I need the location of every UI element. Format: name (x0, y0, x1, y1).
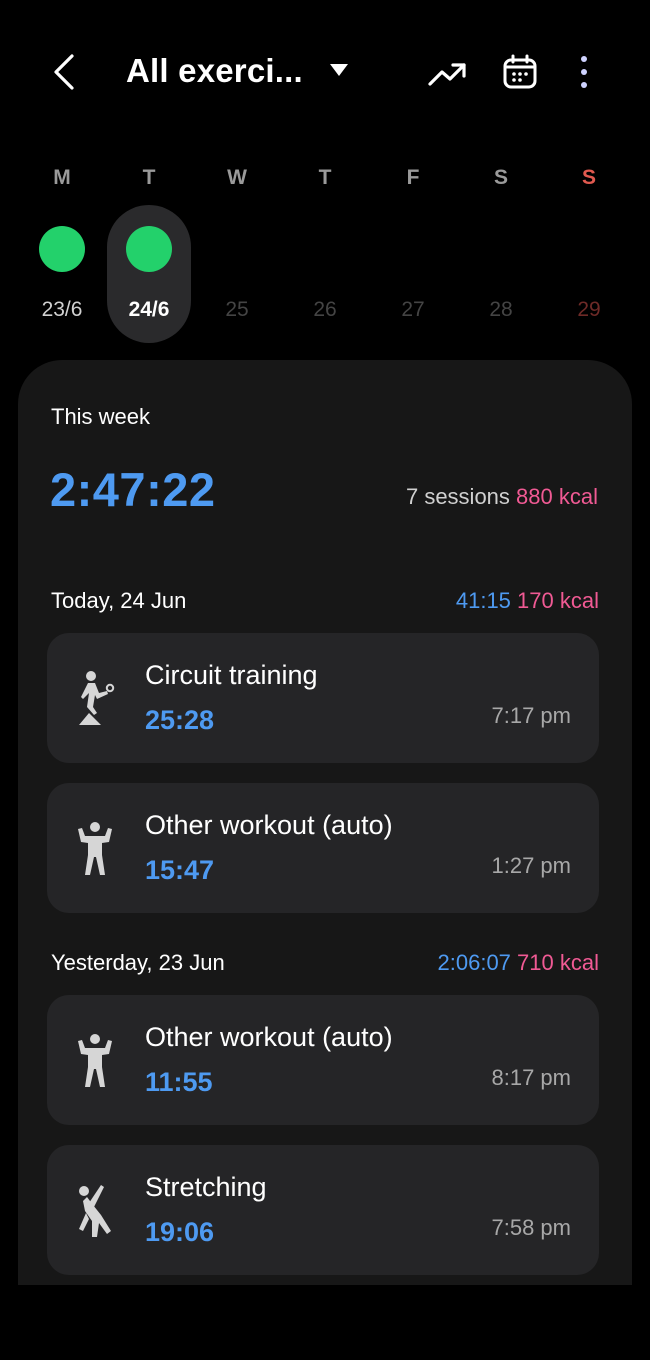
group-date-label: Yesterday, 23 Jun (51, 950, 225, 975)
week-strip: M 23/6 T 24/6 W 25 T 26 F 27 S 28 S 29 (0, 160, 650, 350)
day-date: 29 (577, 298, 601, 321)
day-date: 26 (313, 298, 337, 321)
workout-time: 8:17 pm (491, 1065, 572, 1090)
week-stats: 7 sessions 880 kcal (406, 484, 598, 510)
day-letter: T (318, 166, 332, 189)
workout-duration: 19:06 (145, 1217, 215, 1247)
trend-icon[interactable] (426, 52, 468, 94)
day-letter: M (53, 166, 71, 189)
workout-dot (126, 226, 172, 272)
workout-duration: 25:28 (145, 705, 215, 735)
workout-card[interactable]: Other workout (auto) 15:47 1:27 pm (47, 783, 599, 913)
back-icon (54, 54, 74, 90)
top-bar: All exerci... (0, 0, 650, 145)
workout-card[interactable]: Other workout (auto) 11:55 8:17 pm (47, 995, 599, 1125)
group-kcal: 710 kcal (517, 950, 599, 975)
week-total-duration: 2:47:22 (50, 463, 216, 516)
circuit-training-icon (79, 671, 115, 725)
workout-time: 1:27 pm (491, 853, 572, 878)
workout-duration: 15:47 (145, 855, 215, 885)
day-letter: S (581, 166, 596, 189)
session-count: 7 sessions (405, 484, 510, 509)
day-letter: S (493, 166, 508, 189)
workout-person-icon (78, 1034, 112, 1087)
group-duration: 41:15 (455, 588, 511, 613)
workout-dot (39, 226, 85, 272)
workout-time: 7:58 pm (491, 1215, 572, 1240)
group-duration: 2:06:07 (437, 950, 511, 975)
group-kcal: 170 kcal (517, 588, 599, 613)
day-date: 27 (401, 298, 425, 321)
group-header-today: Today, 24 Jun 41:15 170 kcal (51, 588, 599, 618)
group-stats: 2:06:07 710 kcal (438, 950, 599, 976)
week-kcal: 880 kcal (516, 484, 598, 509)
more-icon[interactable] (570, 52, 598, 92)
workout-name: Circuit training (145, 660, 318, 690)
workout-name: Other workout (auto) (145, 1022, 393, 1052)
day-date: 25 (225, 298, 249, 321)
day-date: 24/6 (128, 298, 170, 321)
workout-name: Stretching (145, 1172, 267, 1202)
week-summary-label: This week (51, 404, 151, 429)
day-letter: W (227, 166, 247, 189)
workout-duration: 11:55 (145, 1067, 213, 1097)
day-date: 23/6 (41, 298, 83, 321)
workout-card[interactable]: Stretching 19:06 7:58 pm (47, 1145, 599, 1275)
group-stats: 41:15 170 kcal (456, 588, 599, 614)
page-title[interactable]: All exerci... (126, 52, 303, 90)
day-letter: F (406, 166, 420, 189)
back-button[interactable] (44, 50, 84, 94)
workout-time: 7:17 pm (491, 703, 572, 728)
group-header-yesterday: Yesterday, 23 Jun 2:06:07 710 kcal (51, 950, 599, 980)
chevron-down-icon[interactable] (330, 64, 348, 76)
day-date: 28 (489, 298, 513, 321)
day-letter: T (142, 166, 156, 189)
stretching-icon (79, 1185, 111, 1237)
workout-name: Other workout (auto) (145, 810, 393, 840)
calendar-icon[interactable] (500, 52, 540, 92)
workout-card[interactable]: Circuit training 25:28 7:17 pm (47, 633, 599, 763)
group-date-label: Today, 24 Jun (51, 588, 187, 613)
workout-person-icon (78, 822, 112, 875)
